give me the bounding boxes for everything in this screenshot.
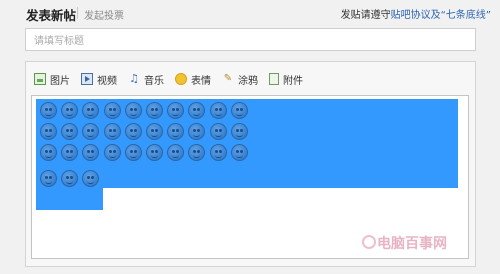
watermark-logo-icon	[362, 235, 376, 249]
toolbar-label: 音乐	[144, 75, 164, 87]
toolbar-label: 表情	[191, 75, 211, 87]
toolbar-emoji-button[interactable]: 表情	[175, 72, 211, 87]
emoji-face-icon	[124, 123, 142, 141]
emoji-mouth	[45, 113, 52, 116]
emoji-face-icon	[103, 144, 121, 162]
emoji-mouth	[66, 113, 74, 116]
text-selection-highlight	[36, 187, 103, 210]
emoji-face-icon	[230, 123, 248, 141]
emoji-face-icon	[103, 123, 121, 141]
emoji-face-icon	[40, 102, 57, 119]
emoji-mouth	[108, 134, 116, 138]
rules-prefix: 发贴请遵守	[340, 10, 391, 21]
emoji-face-icon	[209, 102, 227, 119]
posting-rules: 发贴请遵守贴吧协议及“七条底线”	[341, 6, 491, 21]
emoji-mouth	[66, 134, 74, 138]
emoji-icon	[175, 73, 187, 85]
emoji-mouth	[129, 155, 137, 159]
emoji-face-icon	[124, 102, 142, 119]
emoji-face-icon	[61, 169, 79, 187]
emoji-mouth	[108, 155, 116, 159]
emoji-mouth	[193, 155, 201, 159]
emoji-face-icon	[230, 102, 248, 119]
emoji-mouth	[87, 181, 95, 184]
watermark-text: 电脑百事网	[377, 236, 447, 252]
emoji-face-icon	[209, 144, 227, 162]
emoji-mouth	[235, 155, 243, 159]
image-icon	[34, 73, 46, 85]
music-icon: ♫	[129, 72, 139, 85]
emoji-mouth	[235, 113, 243, 116]
emoji-mouth	[45, 155, 52, 159]
emoji-mouth	[214, 113, 222, 116]
emoji-mouth	[87, 134, 95, 138]
emoji-mouth	[151, 155, 158, 159]
page-title: 发表新帖	[26, 8, 77, 23]
emoji-mouth	[45, 181, 52, 184]
emoji-mouth	[172, 134, 180, 138]
toolbar-image-button[interactable]: 图片	[34, 72, 70, 87]
emoji-mouth	[66, 155, 74, 159]
header-divider	[77, 7, 78, 19]
emoji-mouth	[193, 134, 201, 138]
title-field-wrapper	[25, 28, 476, 52]
graffiti-icon: ✎	[223, 73, 233, 84]
emoji-face-icon	[209, 123, 227, 141]
editor-toolbar: 图片 视频 ♫ 音乐 表情 ✎ 涂鸦 附件	[34, 70, 314, 88]
emoji-mouth	[87, 113, 95, 116]
rules-link[interactable]: 贴吧协议及“七条底线”	[391, 10, 491, 21]
emoji-face-icon	[146, 102, 163, 119]
toolbar-video-button[interactable]: 视频	[81, 72, 117, 87]
toolbar-graffiti-button[interactable]: ✎ 涂鸦	[222, 72, 258, 87]
emoji-mouth	[214, 134, 222, 138]
toolbar-label: 视频	[97, 75, 117, 87]
emoji-mouth	[235, 134, 243, 138]
header-bar: 发表新帖 发起投票 发贴请遵守贴吧协议及“七条底线”	[0, 0, 500, 26]
start-vote-link[interactable]: 发起投票	[84, 7, 124, 22]
emoji-mouth	[151, 134, 158, 138]
emoji-mouth	[193, 113, 201, 116]
emoji-face-icon	[40, 169, 57, 187]
emoji-mouth	[66, 181, 74, 184]
emoji-face-icon	[82, 169, 100, 187]
emoji-mouth	[129, 134, 137, 138]
toolbar-label: 涂鸦	[238, 75, 258, 87]
emoji-mouth	[214, 155, 222, 159]
toolbar-label: 图片	[50, 75, 70, 87]
emoji-mouth	[87, 155, 95, 159]
video-icon	[81, 73, 93, 85]
emoji-mouth	[172, 113, 180, 116]
toolbar-attachment-button[interactable]: 附件	[269, 72, 303, 87]
attachment-icon	[269, 73, 279, 85]
emoji-mouth	[129, 113, 137, 116]
title-input[interactable]	[26, 31, 475, 52]
emoji-mouth	[172, 155, 180, 159]
toolbar-label: 附件	[283, 75, 303, 87]
toolbar-music-button[interactable]: ♫ 音乐	[128, 72, 164, 87]
emoji-mouth	[108, 113, 116, 116]
emoji-mouth	[151, 113, 158, 116]
emoji-face-icon	[103, 102, 121, 119]
emoji-mouth	[45, 134, 52, 138]
